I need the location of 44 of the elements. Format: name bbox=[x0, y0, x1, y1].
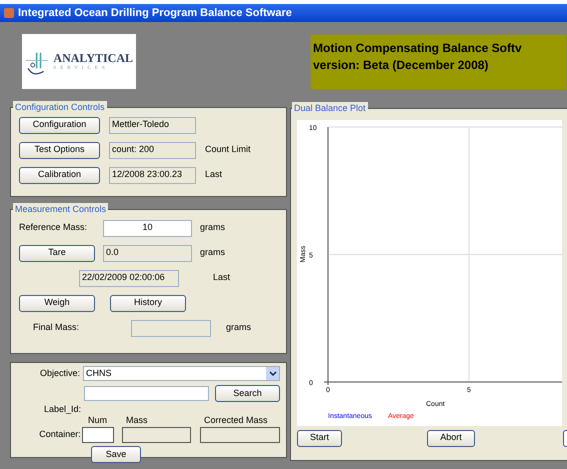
app-icon bbox=[4, 8, 14, 18]
column-label: Corrected Mass bbox=[203, 414, 268, 426]
action-button[interactable]: Weigh bbox=[19, 294, 95, 312]
action-button[interactable]: Test Options bbox=[19, 142, 100, 158]
group-title: Configuration Controls bbox=[13, 101, 107, 114]
mass-field[interactable] bbox=[122, 427, 192, 443]
banner-text: Motion Compensating Balance Softv bbox=[313, 40, 523, 57]
num-field[interactable] bbox=[82, 427, 114, 443]
objective-dropdown[interactable]: CHNS bbox=[83, 366, 280, 381]
field-label: Reference Mass: bbox=[18, 221, 88, 234]
field-label: Final Mass: bbox=[32, 321, 80, 334]
timestamp-field[interactable]: 22/02/2009 02:00:06 bbox=[79, 270, 179, 286]
reference-mass-field[interactable]: 10 bbox=[103, 220, 192, 236]
field-label: Container: bbox=[38, 428, 81, 442]
search-button[interactable]: Search bbox=[215, 385, 280, 402]
action-button[interactable]: Calibration bbox=[19, 166, 100, 184]
field-label: Objective: bbox=[38, 366, 80, 380]
value-field[interactable]: Mettler-Toledo bbox=[109, 116, 196, 134]
banner-text: version: Beta (December 2008) bbox=[313, 57, 490, 74]
final-mass-field[interactable] bbox=[131, 320, 211, 336]
chevron-down-icon bbox=[266, 367, 279, 380]
tare-button[interactable]: Tare bbox=[19, 244, 95, 262]
field-note: Last bbox=[205, 168, 222, 182]
search-field[interactable] bbox=[84, 386, 210, 401]
field-note: Last bbox=[213, 271, 230, 284]
action-button[interactable]: History bbox=[110, 294, 186, 312]
window-title: Integrated Ocean Drilling Program Balance Software bbox=[18, 6, 292, 21]
unit-label: grams bbox=[200, 246, 226, 260]
corrected-mass-field[interactable] bbox=[200, 427, 280, 443]
field-label: Label_Id: bbox=[42, 403, 81, 416]
column-label: Num bbox=[87, 414, 108, 426]
start-button[interactable]: Start bbox=[297, 430, 342, 446]
logo-title: ANALYTICAL bbox=[53, 52, 133, 64]
unit-label: grams bbox=[200, 221, 226, 234]
abort-button[interactable]: Abort bbox=[427, 430, 475, 446]
value-field[interactable]: count: 200 bbox=[109, 142, 196, 158]
save-button[interactable]: Save bbox=[91, 446, 141, 463]
action-button[interactable]: Configuration bbox=[19, 116, 100, 134]
tare-field[interactable]: 0.0 bbox=[103, 244, 192, 262]
field-note: Count Limit bbox=[205, 143, 251, 156]
value-field[interactable]: 12/2008 23:00.23 bbox=[109, 166, 196, 184]
partial-button[interactable] bbox=[563, 430, 567, 446]
column-label: Mass bbox=[125, 414, 149, 426]
unit-label: grams bbox=[226, 321, 252, 334]
